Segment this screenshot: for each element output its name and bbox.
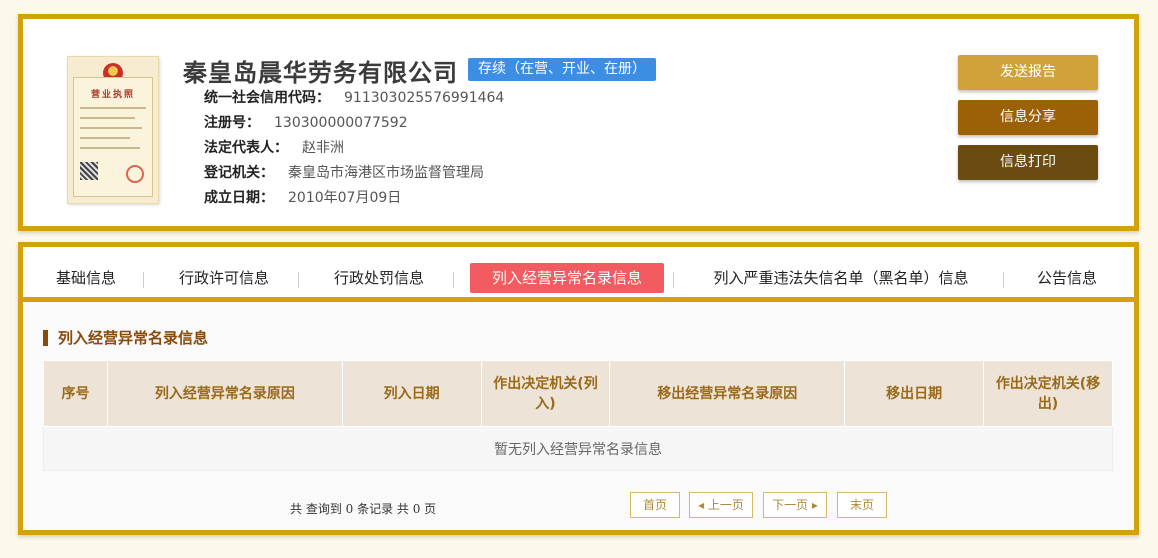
license-title: 营业执照 xyxy=(90,90,135,100)
send-report-button[interactable]: 发送报告 xyxy=(958,55,1098,90)
info-legal-representative: 法定代表人： 赵非洲 xyxy=(204,140,344,156)
tab-basic-info[interactable]: 基础信息 xyxy=(45,263,127,293)
pager-info: 共 查询到 0 条记录 共 0 页 xyxy=(290,502,437,516)
column-header: 列入经营异常名录原因 xyxy=(106,360,343,427)
column-header: 序号 xyxy=(43,360,108,427)
table-row: 暂无列入经营异常名录信息 xyxy=(43,426,1113,471)
abnormal-operation-table: 序号 列入经营异常名录原因 列入日期 作出决定机关(列入) 移出经营异常名录原因… xyxy=(43,360,1113,471)
empty-message: 暂无列入经营异常名录信息 xyxy=(43,426,1113,471)
tab-abnormal-operation[interactable]: 列入经营异常名录信息 xyxy=(470,263,664,293)
prev-page-button[interactable]: ◂ 上一页 xyxy=(689,492,753,518)
info-registration-authority: 登记机关： 秦皇岛市海港区市场监督管理局 xyxy=(204,165,484,181)
tab-admin-license[interactable]: 行政许可信息 xyxy=(168,263,280,293)
next-page-button[interactable]: 下一页 ▸ xyxy=(763,492,827,518)
tab-bar: 基础信息 行政许可信息 行政处罚信息 列入经营异常名录信息 列入严重违法失信名单… xyxy=(23,247,1134,302)
seal-icon xyxy=(126,165,144,183)
section-title: 列入经营异常名录信息 xyxy=(43,330,208,346)
status-badge: 存续（在营、开业、在册） xyxy=(468,58,656,81)
table-header-row: 序号 列入经营异常名录原因 列入日期 作出决定机关(列入) 移出经营异常名录原因… xyxy=(43,360,1113,427)
details-panel: 基础信息 行政许可信息 行政处罚信息 列入经营异常名录信息 列入严重违法失信名单… xyxy=(18,242,1139,535)
tab-announcements[interactable]: 公告信息 xyxy=(1026,263,1108,293)
business-license-image: 营业执照 xyxy=(67,56,159,204)
column-header: 移出经营异常名录原因 xyxy=(609,360,846,427)
column-header: 移出日期 xyxy=(844,360,985,427)
first-page-button[interactable]: 首页 xyxy=(630,492,680,518)
share-button[interactable]: 信息分享 xyxy=(958,100,1098,135)
qr-code-icon xyxy=(80,162,98,180)
tab-blacklist[interactable]: 列入严重违法失信名单（黑名单）信息 xyxy=(695,263,987,293)
print-button[interactable]: 信息打印 xyxy=(958,145,1098,180)
column-header: 列入日期 xyxy=(341,360,482,427)
chevron-left-icon: ◂ xyxy=(698,498,708,512)
info-establishment-date: 成立日期： 2010年07月09日 xyxy=(204,190,402,206)
tab-admin-penalty[interactable]: 行政处罚信息 xyxy=(323,263,435,293)
last-page-button[interactable]: 末页 xyxy=(837,492,887,518)
chevron-right-icon: ▸ xyxy=(808,498,818,512)
abnormal-operation-content: 列入经营异常名录信息 序号 列入经营异常名录原因 列入日期 作出决定机关(列入)… xyxy=(23,302,1134,530)
column-header: 作出决定机关(列入) xyxy=(480,360,611,427)
column-header: 作出决定机关(移出) xyxy=(983,360,1113,427)
info-credit-code: 统一社会信用代码： 911303025576991464 xyxy=(204,90,505,106)
company-summary-panel: 营业执照 秦皇岛晨华劳务有限公司 存续（在营、开业、在册） 统一社会信用代码： 9… xyxy=(18,14,1139,231)
company-name: 秦皇岛晨华劳务有限公司 xyxy=(183,59,458,87)
info-registration-number: 注册号： 130300000077592 xyxy=(204,115,408,131)
